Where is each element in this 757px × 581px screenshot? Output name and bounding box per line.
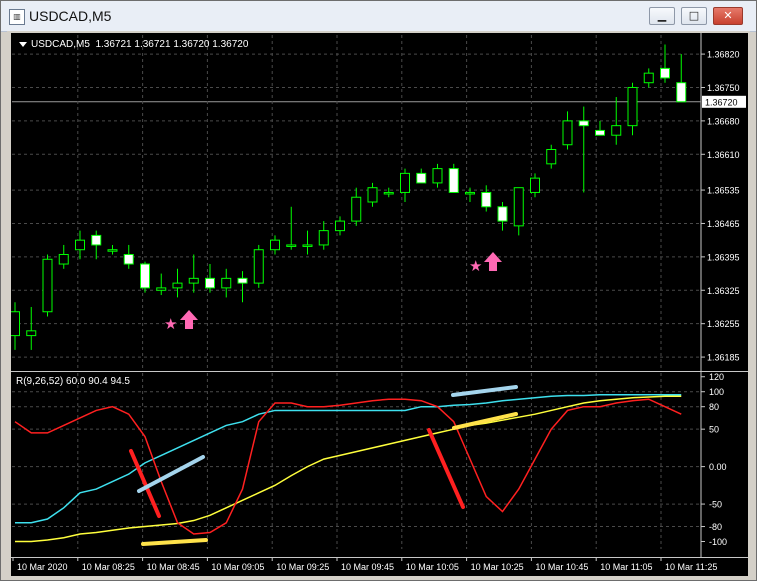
candle-bear xyxy=(205,277,215,289)
chart-menu-triangle-icon[interactable] xyxy=(19,41,27,47)
time-tick-label: 10 Mar 11:25 xyxy=(665,562,717,572)
price-tick-label: 1.36820 xyxy=(707,50,740,60)
price-tick-label: 1.36465 xyxy=(707,219,740,229)
price-tick-label: 1.36535 xyxy=(707,186,740,196)
candle-bear xyxy=(481,191,492,208)
price-tick-label: 1.36325 xyxy=(707,286,740,296)
candle-bull xyxy=(156,287,167,291)
candle-bull xyxy=(643,72,654,84)
chart-ohlc: 1.36721 1.36721 1.36720 1.36720 xyxy=(95,39,249,50)
candle-bull xyxy=(270,239,280,251)
indicator-label: R(9,26,52) 60.0 90.4 94.5 xyxy=(16,376,130,387)
candle-bull xyxy=(302,244,313,247)
candle-bear xyxy=(578,120,589,127)
chart-canvas[interactable]: 1.36820 1.36750 1.36680 1.36610 1.36535 1.364… xyxy=(11,33,748,576)
indicator-tick-label: 120 xyxy=(709,372,724,382)
candle-bear xyxy=(595,129,605,136)
indicator-tick-label: -80 xyxy=(709,522,722,532)
indicator-tick-label: 80 xyxy=(709,402,719,412)
chart-frame: 1.36820 1.36750 1.36680 1.36610 1.36535 1.364… xyxy=(7,31,750,579)
time-tick-label: 10 Mar 08:45 xyxy=(147,562,200,572)
candle-bull xyxy=(58,253,69,265)
candle-bear xyxy=(237,277,248,284)
candle-bear xyxy=(676,82,687,103)
candle-bull xyxy=(513,187,524,227)
candle-bull xyxy=(530,177,540,193)
candle-bull xyxy=(400,172,410,193)
minimize-button[interactable]: ▁ xyxy=(649,7,675,25)
price-tick-label: 1.36610 xyxy=(707,150,740,160)
candle-bull xyxy=(465,191,475,195)
candle-bull xyxy=(253,249,264,284)
time-tick-label: 10 Mar 10:05 xyxy=(406,562,459,572)
time-tick-label: 10 Mar 10:45 xyxy=(535,562,588,572)
candle-bull xyxy=(11,311,20,337)
candle-bull xyxy=(42,258,53,313)
indicator-tick-label: 0.00 xyxy=(709,462,727,472)
title-bar[interactable]: ▥ USDCAD,M5 ▁ □ ✕ xyxy=(1,1,756,32)
maximize-button[interactable]: □ xyxy=(681,7,707,25)
time-tick-label: 10 Mar 09:05 xyxy=(211,562,264,572)
chart-header: USDCAD,M5 1.36721 1.36721 1.36720 1.3672… xyxy=(19,39,248,50)
window-title: USDCAD,M5 xyxy=(29,8,112,24)
indicator-tick-label: 100 xyxy=(709,387,724,397)
time-tick-label: 10 Mar 09:45 xyxy=(341,562,394,572)
candle-bear xyxy=(123,253,134,265)
chart-svg: 1.36820 1.36750 1.36680 1.36610 1.36535 1.364… xyxy=(11,33,748,576)
chart-symbol: USDCAD,M5 xyxy=(31,39,90,50)
star-signal-icon: ★ xyxy=(469,257,482,275)
time-tick-label: 10 Mar 2020 xyxy=(17,562,68,572)
candle-bull xyxy=(221,277,232,289)
time-tick-label: 10 Mar 10:25 xyxy=(471,562,524,572)
time-tick-label: 10 Mar 09:25 xyxy=(276,562,329,572)
candle-bull xyxy=(383,191,394,195)
candle-bear xyxy=(416,172,427,184)
candle-bull xyxy=(367,187,378,203)
candle-bull xyxy=(546,149,557,165)
candle-bull xyxy=(611,125,622,136)
chart-window-icon: ▥ xyxy=(9,9,25,25)
price-tick-label: 1.36395 xyxy=(707,252,740,262)
price-tick-label: 1.36680 xyxy=(707,116,740,126)
candle-bear xyxy=(660,67,670,79)
close-button[interactable]: ✕ xyxy=(713,7,743,25)
candle-bull xyxy=(75,239,85,251)
candle-bear xyxy=(140,263,150,289)
indicator-tick-label: -50 xyxy=(709,500,722,510)
candle-bull xyxy=(286,244,297,247)
price-tick-label: 1.36185 xyxy=(707,353,740,363)
candle-bull xyxy=(432,168,443,184)
time-tick-label: 10 Mar 08:25 xyxy=(82,562,135,572)
star-signal-icon: ★ xyxy=(164,315,177,333)
candle-bull xyxy=(335,220,345,232)
candle-bull xyxy=(351,196,362,222)
candle-bull xyxy=(172,282,183,289)
candle-bull xyxy=(562,120,573,146)
candle-bull xyxy=(107,249,118,252)
candle-bull xyxy=(318,230,329,246)
candle-bear xyxy=(497,206,508,222)
indicator-tick-label: -100 xyxy=(709,537,727,547)
candle-bull xyxy=(627,86,638,127)
chart-window: ▥ USDCAD,M5 ▁ □ ✕ 1.36820 1.36750 1.36680 1… xyxy=(0,0,757,581)
candle-bull xyxy=(26,330,37,337)
current-price-label: 1.36720 xyxy=(705,97,738,107)
price-tick-label: 1.36255 xyxy=(707,319,740,329)
candle-bear xyxy=(91,234,102,246)
candle-bear xyxy=(448,168,459,193)
price-tick-label: 1.36750 xyxy=(707,83,740,93)
time-tick-label: 10 Mar 11:05 xyxy=(600,562,652,572)
candle-bull xyxy=(188,277,199,284)
indicator-tick-label: 50 xyxy=(709,425,719,435)
